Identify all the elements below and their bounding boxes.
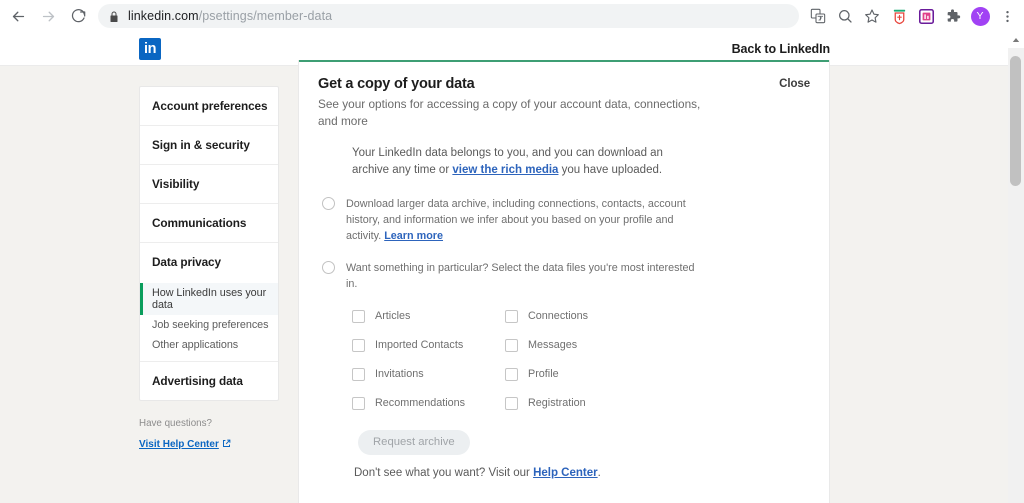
checkbox-label-articles: Articles — [375, 310, 411, 323]
sidebar-group-account-preferences: Account preferences — [140, 87, 278, 126]
data-ownership-blurb: Your LinkedIn data belongs to you, and y… — [318, 145, 700, 180]
checkbox-label-imported-contacts: Imported Contacts — [375, 339, 464, 352]
back-arrow-icon[interactable] — [4, 2, 32, 30]
get-data-section: Get a copy of your data Close See your o… — [299, 60, 829, 479]
radio-label-larger-archive: Download larger data archive, including … — [346, 196, 704, 245]
page-scrollbar-thumb[interactable] — [1010, 56, 1021, 186]
checkbox-item-imported-contacts[interactable]: Imported Contacts — [352, 338, 505, 352]
sidebar-group-sign-in-security: Sign in & security — [140, 126, 278, 165]
checkbox-registration[interactable] — [505, 396, 518, 410]
browser-toolbar: linkedin.com/psettings/member-data Y — [0, 0, 1024, 32]
reload-icon[interactable] — [64, 2, 92, 30]
linkedin-logo-icon[interactable]: in — [139, 38, 161, 60]
help-center-footline: Don't see what you want? Visit our Help … — [354, 467, 810, 479]
checkbox-articles[interactable] — [352, 309, 365, 323]
sidebar-card: Account preferences Sign in & security V… — [139, 86, 279, 401]
checkbox-label-connections: Connections — [528, 310, 589, 323]
get-data-header: Get a copy of your data Close — [318, 76, 810, 92]
sidebar-item-other-applications[interactable]: Other applications — [140, 335, 278, 355]
radio-button-larger-archive[interactable] — [322, 196, 335, 210]
address-bar[interactable]: linkedin.com/psettings/member-data — [98, 4, 799, 28]
radio-option-specific-files[interactable]: Want something in particular? Select the… — [318, 260, 810, 292]
scrollbar-up-arrow-icon[interactable] — [1008, 32, 1024, 48]
url-host: linkedin.com — [128, 9, 199, 23]
checkbox-item-connections[interactable]: Connections — [505, 309, 658, 323]
checkbox-connections[interactable] — [505, 309, 518, 323]
request-archive-button[interactable]: Request archive — [358, 429, 470, 455]
blurb-text-part2: you have uploaded. — [558, 164, 663, 177]
help-center-link[interactable]: Help Center — [533, 467, 598, 479]
sidebar-item-how-linkedin-uses-your-data[interactable]: How LinkedIn uses your data — [140, 283, 278, 315]
checkbox-item-registration[interactable]: Registration — [505, 396, 658, 410]
checkbox-label-messages: Messages — [528, 339, 578, 352]
green-accent-bar — [299, 60, 829, 62]
lock-icon — [108, 10, 120, 22]
back-to-linkedin-link[interactable]: Back to LinkedIn — [732, 42, 831, 56]
checkbox-imported-contacts[interactable] — [352, 338, 365, 352]
radio-label-specific-files: Want something in particular? Select the… — [346, 262, 695, 291]
search-icon[interactable] — [832, 3, 858, 29]
learn-more-link[interactable]: Learn more — [384, 230, 443, 242]
settings-sidebar: Account preferences Sign in & security V… — [139, 86, 279, 452]
checkbox-label-profile: Profile — [528, 368, 559, 381]
sidebar-item-job-seeking-preferences[interactable]: Job seeking preferences — [140, 315, 278, 335]
checkbox-profile[interactable] — [505, 367, 518, 381]
sidebar-footer: Have questions? Visit Help Center — [139, 418, 279, 452]
checkbox-item-recommendations[interactable]: Recommendations — [352, 396, 505, 410]
checkbox-item-profile[interactable]: Profile — [505, 367, 658, 381]
close-button[interactable]: Close — [779, 76, 810, 90]
sidebar-item-visibility[interactable]: Visibility — [140, 165, 278, 203]
footline-text-part1: Don't see what you want? Visit our — [354, 466, 534, 479]
checkbox-label-recommendations: Recommendations — [375, 397, 466, 410]
main-settings-card: Get a copy of your data Close See your o… — [298, 60, 830, 503]
page-viewport: in Back to LinkedIn Account preferences … — [0, 32, 1024, 503]
checkbox-item-messages[interactable]: Messages — [505, 338, 658, 352]
radio-button-specific-files[interactable] — [322, 261, 335, 275]
sidebar-item-communications[interactable]: Communications — [140, 204, 278, 242]
url-text: linkedin.com/psettings/member-data — [128, 9, 332, 23]
sidebar-item-advertising-data[interactable]: Advertising data — [140, 362, 278, 400]
avatar-initial: Y — [970, 6, 990, 26]
checkbox-invitations[interactable] — [352, 367, 365, 381]
data-file-checkbox-grid: Articles Connections Imported Contacts M… — [318, 309, 810, 410]
puzzle-extensions-icon[interactable] — [940, 3, 966, 29]
checkbox-item-invitations[interactable]: Invitations — [352, 367, 505, 381]
checkbox-item-articles[interactable]: Articles — [352, 309, 505, 323]
page-scrollbar-track[interactable] — [1008, 32, 1024, 503]
url-path: /psettings/member-data — [198, 9, 333, 23]
checkbox-label-invitations: Invitations — [375, 368, 424, 381]
sidebar-group-visibility: Visibility — [140, 165, 278, 204]
visit-help-center-link[interactable]: Visit Help Center — [139, 439, 231, 451]
view-rich-media-link[interactable]: view the rich media — [452, 164, 558, 176]
extension-red-icon[interactable] — [886, 3, 912, 29]
radio-option-larger-archive[interactable]: Download larger data archive, including … — [318, 196, 810, 245]
sidebar-footer-question: Have questions? — [139, 418, 212, 429]
checkbox-recommendations[interactable] — [352, 396, 365, 410]
page-title: Get a copy of your data — [318, 76, 475, 92]
sidebar-sublist-data-privacy: How LinkedIn uses your data Job seeking … — [140, 281, 278, 361]
footline-text-part2: . — [597, 466, 601, 479]
browser-action-icons: Y — [805, 3, 1024, 29]
sidebar-item-sign-in-security[interactable]: Sign in & security — [140, 126, 278, 164]
profile-avatar[interactable]: Y — [967, 3, 993, 29]
visit-help-center-label: Visit Help Center — [139, 439, 219, 450]
sidebar-group-advertising-data: Advertising data — [140, 362, 278, 400]
sidebar-group-communications: Communications — [140, 204, 278, 243]
extension-purple-icon[interactable] — [913, 3, 939, 29]
external-link-icon — [222, 439, 231, 451]
sidebar-item-account-preferences[interactable]: Account preferences — [140, 87, 278, 125]
checkbox-messages[interactable] — [505, 338, 518, 352]
checkbox-label-registration: Registration — [528, 397, 586, 410]
navigation-buttons — [0, 2, 92, 30]
sidebar-group-data-privacy: Data privacy How LinkedIn uses your data… — [140, 243, 278, 362]
forward-arrow-icon[interactable] — [34, 2, 62, 30]
translate-icon[interactable] — [805, 3, 831, 29]
three-dot-menu-icon[interactable] — [994, 3, 1020, 29]
bookmark-star-icon[interactable] — [859, 3, 885, 29]
sidebar-item-data-privacy[interactable]: Data privacy — [140, 243, 278, 281]
get-data-subtitle: See your options for accessing a copy of… — [318, 97, 701, 129]
